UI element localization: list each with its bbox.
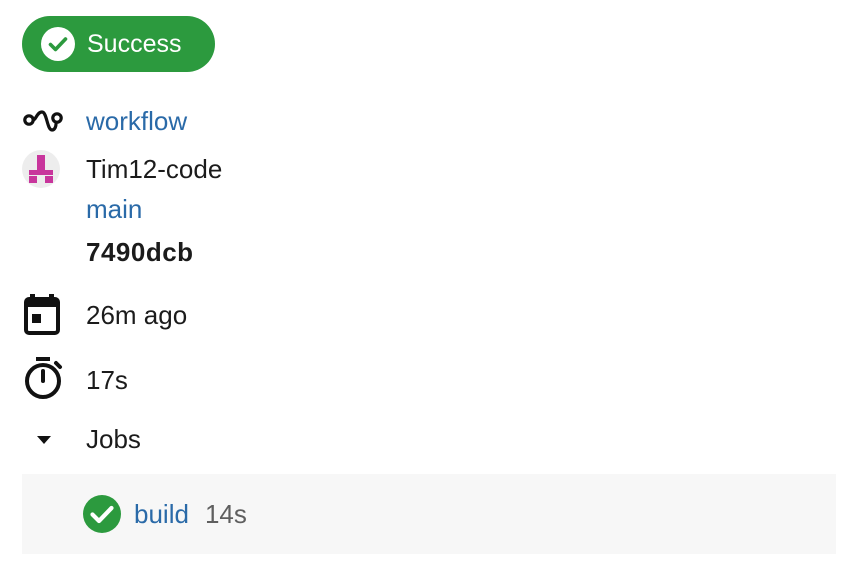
status-label: Success (87, 29, 182, 58)
commit-sha[interactable]: 7490dcb (86, 232, 194, 272)
duration-value: 17s (86, 365, 128, 395)
branch-link[interactable]: main (86, 189, 142, 229)
status-badge[interactable]: Success (22, 16, 215, 72)
check-circle-icon (41, 27, 75, 61)
workflow-icon (23, 110, 63, 132)
job-duration: 14s (204, 498, 247, 529)
job-name-link[interactable]: build (134, 499, 189, 530)
started-time: 26m ago (86, 300, 188, 330)
caret-down-icon[interactable] (22, 415, 66, 463)
workflow-link[interactable]: workflow (86, 101, 187, 141)
jobs-list: build 14s (22, 474, 836, 554)
commit-author: Tim12-code (86, 154, 223, 184)
check-circle-icon (83, 495, 121, 533)
list-item[interactable]: build 14s (82, 494, 247, 534)
timer-icon (25, 357, 62, 399)
calendar-icon (24, 294, 60, 335)
jobs-label: Jobs (86, 424, 141, 454)
identicon-avatar (22, 150, 60, 188)
